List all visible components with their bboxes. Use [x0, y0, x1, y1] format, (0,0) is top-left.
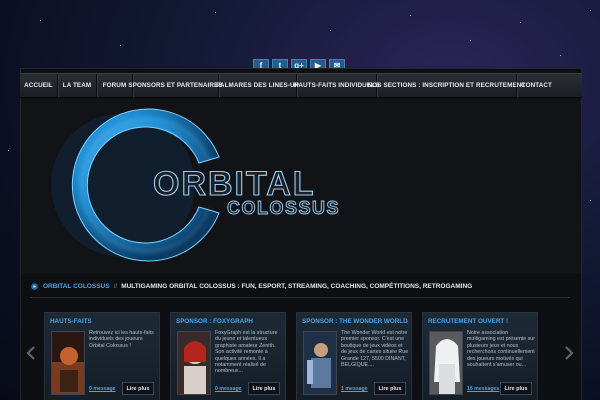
card-comment-count[interactable]: 0 message — [215, 386, 242, 392]
card-comment-count[interactable]: 1 message — [341, 386, 368, 392]
play-arrow-icon — [31, 282, 38, 290]
read-more-button[interactable]: Lire plus — [500, 382, 532, 395]
carousel-next-button[interactable] — [563, 345, 575, 361]
card-title[interactable]: HAUTS-FAITS — [50, 318, 92, 325]
article-card[interactable]: SPONSOR : THE WONDER WORLD The Wonder Wo… — [296, 312, 412, 400]
article-card[interactable]: HAUTS-FAITS Retrouvez ici les hauts-fait… — [44, 312, 160, 400]
card-thumbnail[interactable] — [303, 331, 337, 395]
carousel-prev-button[interactable] — [25, 345, 37, 361]
nav-item-accueil[interactable]: ACCUEIL — [20, 74, 58, 97]
nav-item-la-team[interactable]: LA TEAM — [58, 74, 97, 97]
nav-item-sections[interactable]: NOS SECTIONS : INSCRIPTION ET RECRUTEMEN… — [368, 74, 525, 97]
article-card[interactable]: RECRUTEMENT OUVERT ! Notre association m… — [422, 312, 538, 400]
card-description: FoxyGraph est la structure du jeune et t… — [215, 330, 278, 375]
nav-item-hauts-faits[interactable]: HAUTS-FAITS INDIVIDUELS — [294, 74, 379, 97]
breadcrumb-site[interactable]: ORBITAL COLOSSUS — [43, 283, 110, 290]
read-more-button[interactable]: Lire plus — [374, 382, 406, 395]
card-thumbnail[interactable] — [429, 331, 463, 395]
card-thumbnail[interactable] — [51, 331, 85, 395]
breadcrumb: ORBITAL COLOSSUS // MULTIGAMING ORBITAL … — [21, 278, 581, 294]
card-comment-count[interactable]: 0 message — [89, 386, 116, 392]
nav-item-contact[interactable]: CONTACT — [517, 74, 556, 97]
card-description: Notre association multigaming est présen… — [467, 330, 536, 369]
nav-item-sponsors[interactable]: SPONSORS ET PARTENAIRES — [128, 74, 223, 97]
card-comment-count[interactable]: 16 messages — [467, 386, 499, 392]
card-title[interactable]: RECRUTEMENT OUVERT ! — [428, 318, 508, 325]
card-description: The Wonder World est notre premier spons… — [341, 330, 409, 369]
card-title[interactable]: SPONSOR : THE WONDER WORLD — [302, 318, 408, 325]
logo-sub: COLOSSUS — [227, 198, 340, 218]
hero-banner: ORBITAL COLOSSUS — [21, 99, 581, 273]
nav-item-palmares[interactable]: PALMARES DES LINES-UP — [216, 74, 299, 97]
article-card[interactable]: SPONSOR : FOXYGRAPH FoxyGraph est la str… — [170, 312, 286, 400]
read-more-button[interactable]: Lire plus — [248, 382, 280, 395]
card-title[interactable]: SPONSOR : FOXYGRAPH — [176, 318, 253, 325]
card-thumbnail[interactable] — [177, 331, 211, 395]
breadcrumb-separator: // — [113, 282, 118, 290]
read-more-button[interactable]: Lire plus — [122, 382, 154, 395]
orbital-colossus-logo[interactable]: ORBITAL COLOSSUS — [21, 99, 581, 273]
page-title: MULTIGAMING ORBITAL COLOSSUS : FUN, ESPO… — [121, 282, 473, 290]
card-description: Retrouvez ici les hauts-faits individuel… — [89, 330, 154, 349]
main-nav: ACCUEIL LA TEAM FORUM SPONSORS ET PARTEN… — [20, 73, 582, 98]
divider — [30, 297, 570, 298]
